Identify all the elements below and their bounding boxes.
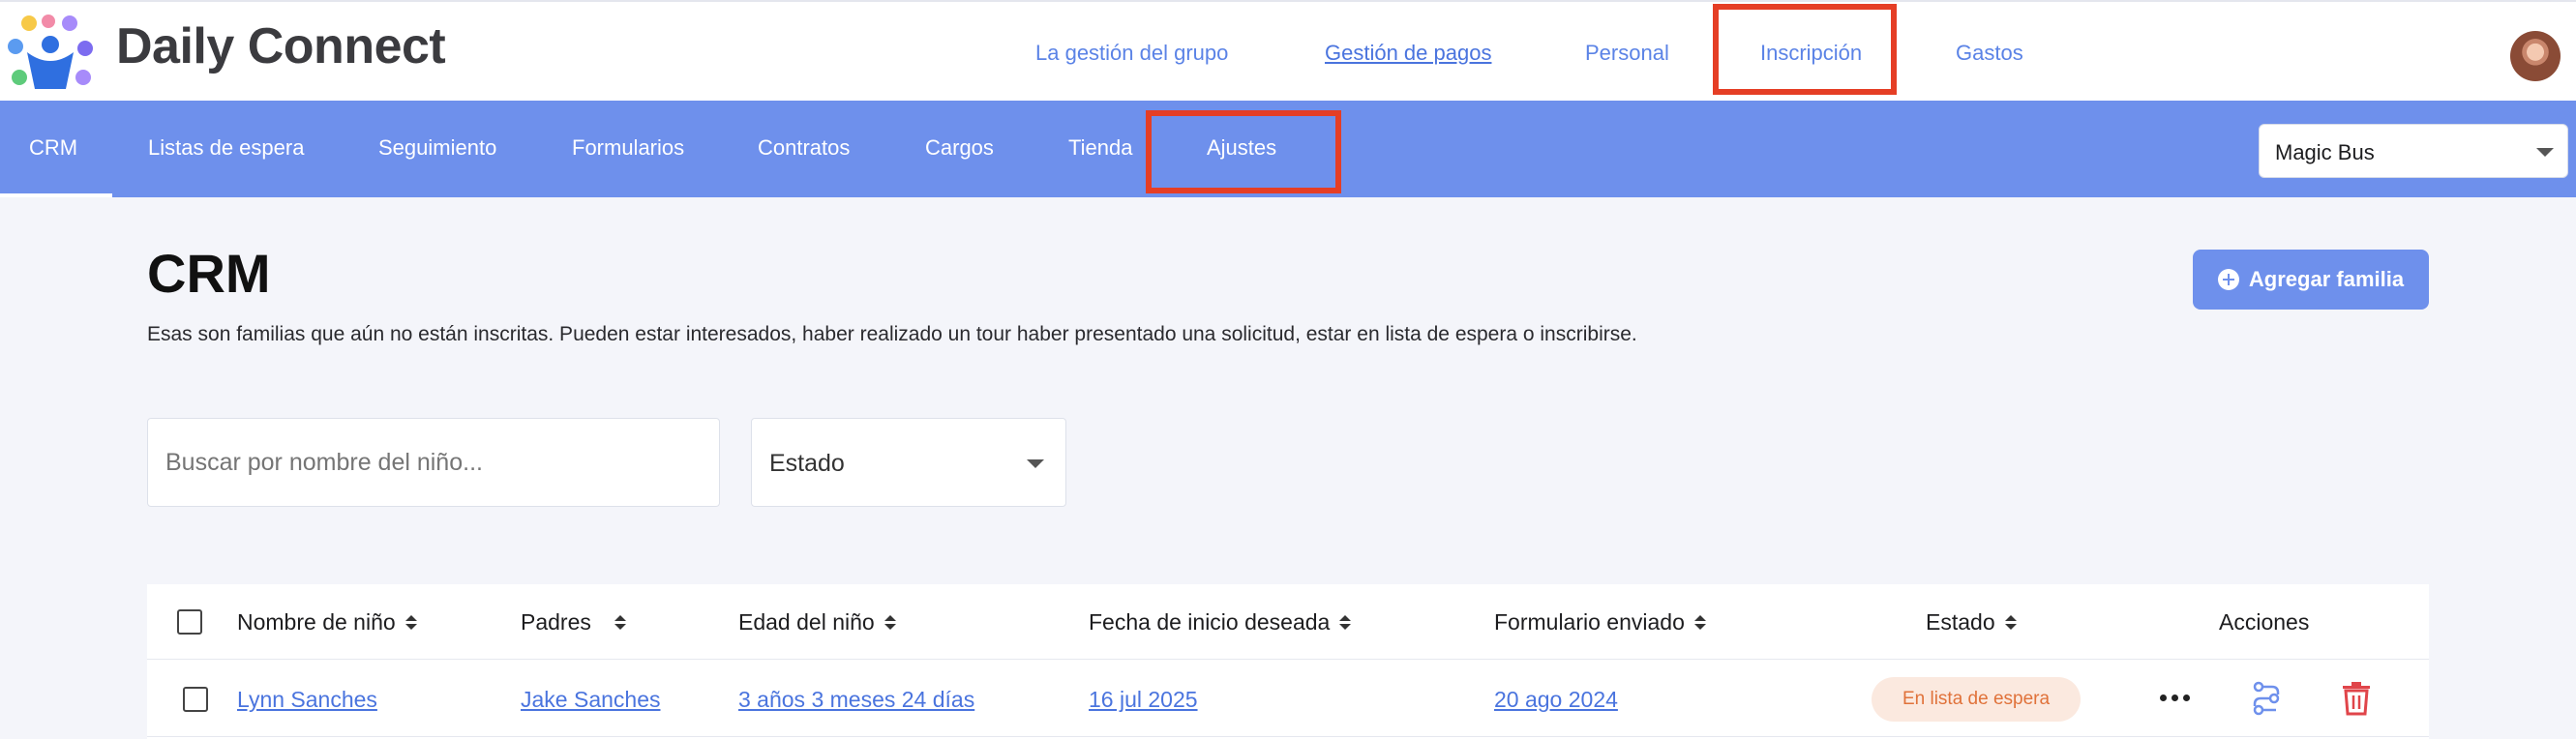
column-status[interactable]: Estado (1926, 609, 2017, 636)
subnav-forms[interactable]: Formularios (572, 135, 684, 161)
subnav-settings[interactable]: Ajustes (1207, 135, 1276, 161)
status-badge: En lista de espera (1872, 677, 2081, 722)
form-sent-link[interactable]: 20 ago 2024 (1494, 687, 1618, 713)
topnav-payment-management[interactable]: Gestión de pagos (1325, 41, 1491, 66)
topnav-enrollment[interactable]: Inscripción (1760, 41, 1862, 66)
subnav-charges[interactable]: Cargos (925, 135, 994, 161)
row-checkbox[interactable] (183, 687, 208, 712)
child-age-link[interactable]: 3 años 3 meses 24 días (738, 687, 974, 713)
sub-navigation: CRM Listas de espera Seguimiento Formula… (0, 101, 2576, 197)
table-row: Lynn Sanches Jake Sanches 3 años 3 meses… (147, 660, 2429, 737)
location-select-value: Magic Bus (2275, 140, 2375, 164)
column-child-name[interactable]: Nombre de niño (237, 609, 417, 636)
sort-icon (404, 615, 417, 630)
top-bar: Daily Connect La gestión del grupo Gesti… (0, 0, 2576, 101)
subnav-waitlists[interactable]: Listas de espera (148, 135, 304, 161)
status-filter-label: Estado (769, 450, 845, 477)
subnav-crm[interactable]: CRM (29, 135, 77, 161)
trash-icon[interactable] (2342, 681, 2371, 716)
subnav-active-indicator (0, 193, 112, 197)
chevron-down-icon (2536, 148, 2554, 157)
topnav-group-management[interactable]: La gestión del grupo (1035, 41, 1228, 66)
column-desired-start-date[interactable]: Fecha de inicio deseada (1089, 609, 1352, 636)
start-date-link[interactable]: 16 jul 2025 (1089, 687, 1198, 713)
table-header: Nombre de niño Padres Edad del niño Fech… (147, 584, 2429, 660)
user-avatar[interactable] (2510, 31, 2561, 81)
search-input[interactable] (147, 418, 720, 507)
sort-icon (1693, 615, 1706, 630)
column-actions: Acciones (2219, 609, 2310, 635)
column-form-sent[interactable]: Formulario enviado (1494, 609, 1706, 636)
page-description: Esas son familias que aún no están inscr… (147, 323, 1637, 345)
more-options-icon[interactable] (2160, 695, 2190, 701)
chevron-down-icon (1027, 459, 1044, 468)
workflow-icon[interactable] (2247, 679, 2286, 718)
select-all-checkbox[interactable] (177, 609, 202, 635)
subnav-followup[interactable]: Seguimiento (378, 135, 496, 161)
sort-icon (884, 615, 896, 630)
sort-icon (2004, 615, 2017, 630)
status-filter-select[interactable]: Estado (751, 418, 1066, 507)
column-child-age[interactable]: Edad del niño (738, 609, 896, 636)
daily-connect-logo-icon (8, 15, 93, 89)
location-select[interactable]: Magic Bus (2259, 124, 2568, 178)
topnav-staff[interactable]: Personal (1585, 41, 1669, 66)
column-parents[interactable]: Padres (521, 609, 626, 636)
subnav-store[interactable]: Tienda (1068, 135, 1132, 161)
sort-icon (614, 615, 626, 630)
topnav-expenses[interactable]: Gastos (1956, 41, 2023, 66)
subnav-contracts[interactable]: Contratos (758, 135, 850, 161)
child-name-link[interactable]: Lynn Sanches (237, 687, 377, 713)
brand-name: Daily Connect (116, 18, 446, 74)
page-title: CRM (147, 243, 271, 304)
parent-name-link[interactable]: Jake Sanches (521, 687, 660, 713)
add-family-button-label: Agregar familia (2248, 267, 2405, 291)
plus-circle-icon (2217, 269, 2239, 290)
sort-icon (1339, 615, 1352, 630)
add-family-button[interactable]: Agregar familia (2193, 250, 2429, 310)
crm-table: Nombre de niño Padres Edad del niño Fech… (147, 584, 2429, 739)
